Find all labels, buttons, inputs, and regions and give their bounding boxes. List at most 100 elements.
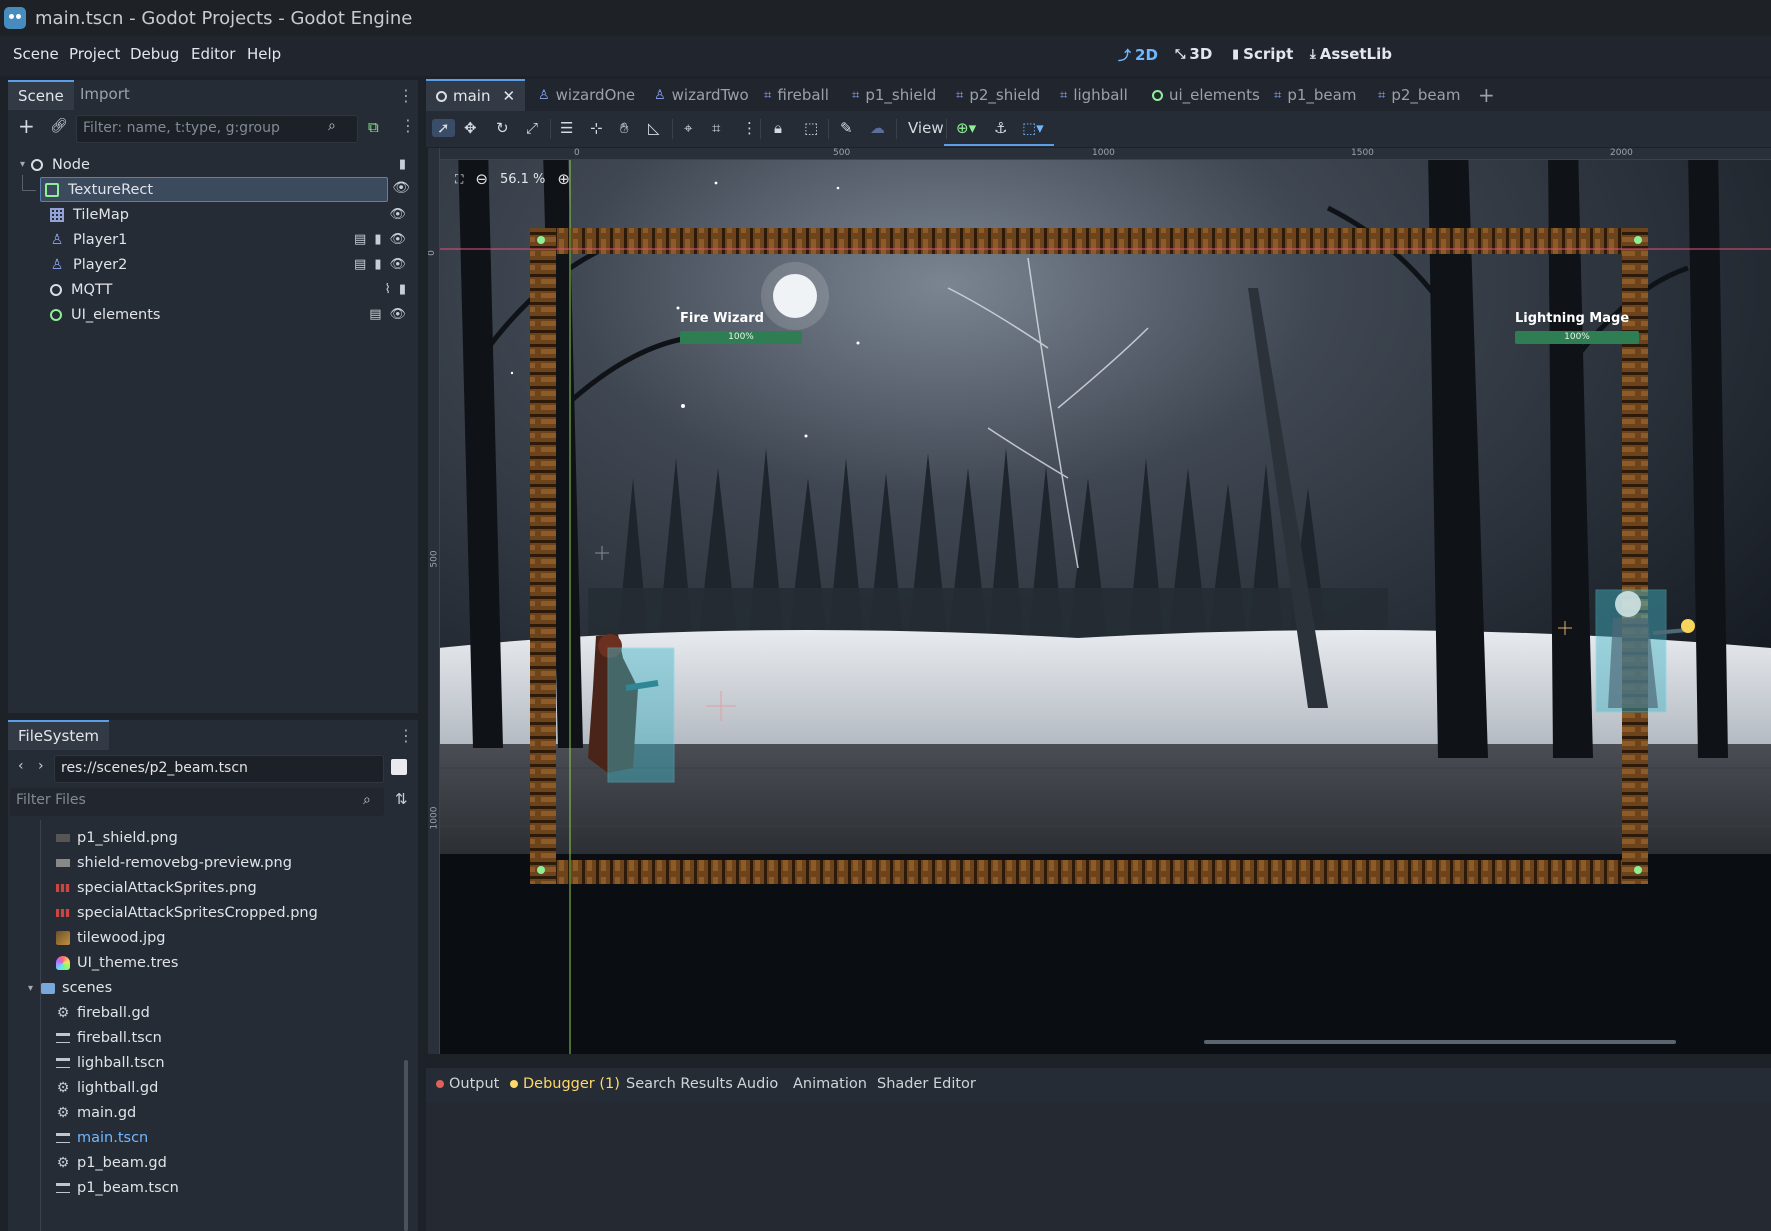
dock-menu-icon[interactable]: ⋮ [398,726,414,745]
scene-filter-input[interactable]: Filter: name, t:type, g:group [76,115,358,143]
chevron-down-icon[interactable]: ▾ [20,159,25,170]
file-item[interactable]: specialAttackSprites.png [56,876,398,900]
menu-debug[interactable]: Debug [130,45,179,63]
menu-help[interactable]: Help [247,45,281,63]
anchor-icon[interactable]: ⚓︎ [994,119,1007,137]
visibility-eye-icon[interactable]: 👁︎ [389,232,406,247]
file-item[interactable]: ⚙ fireball.gd [56,1001,398,1025]
pivot-mode-icon[interactable]: ⊹ [590,119,603,137]
back-arrow-icon[interactable]: ‹ [18,758,24,774]
file-item[interactable]: UI_theme.tres [56,951,398,975]
scale-mode-icon[interactable]: ⤢ [526,119,538,137]
file-item[interactable]: specialAttackSpritesCropped.png [56,901,398,925]
scene-options-icon[interactable]: ⋮ [400,116,416,135]
tree-node-texturerect[interactable]: TextureRect [40,177,388,202]
layout-toggle-icon[interactable] [391,759,407,775]
path-field[interactable]: res://scenes/p2_beam.tscn [54,755,384,783]
script-icon[interactable]: ▮ [399,282,406,297]
move-mode-icon[interactable]: ✥ [464,119,477,137]
file-item[interactable]: ⚙ p1_beam.gd [56,1151,398,1175]
file-item[interactable]: p1_beam.tscn [56,1176,398,1200]
visibility-eye-icon[interactable]: 👁︎ [389,207,406,222]
lock-icon[interactable]: 🔒︎ [774,119,782,137]
menu-editor[interactable]: Editor [191,45,235,63]
tab-debugger[interactable]: Debugger (1) [510,1076,620,1092]
add-node-icon[interactable]: + [18,114,35,138]
signal-icon[interactable]: ⌇ [384,282,390,297]
file-item[interactable]: fireball.tscn [56,1026,398,1050]
workspace-script-button[interactable]: ▮ Script [1232,45,1293,63]
file-item[interactable]: ⚙ main.gd [56,1101,398,1125]
scrollbar[interactable] [404,1060,408,1231]
file-item[interactable]: lighball.tscn [56,1051,398,1075]
workspace-assetlib-button[interactable]: ⤓ AssetLib [1310,45,1392,63]
script-icon[interactable]: ▮ [374,257,381,272]
view-menu-button[interactable]: View [908,119,944,137]
script-icon[interactable]: ▮ [399,157,406,172]
file-item-active[interactable]: main.tscn [56,1126,398,1150]
close-icon[interactable]: ✕ [502,87,515,105]
open-scene-icon[interactable]: ▤ [354,257,366,272]
tab-shader-editor[interactable]: Shader Editor [877,1076,976,1092]
list-select-icon[interactable]: ☰ [560,119,573,137]
ruler-mode-icon[interactable]: ◺ [648,119,660,137]
smart-snap-icon[interactable]: ⌖ [684,119,692,137]
tree-node-mqtt[interactable]: MQTT ⌇ ▮ [50,277,412,302]
group-icon[interactable]: ⬚ [804,119,818,137]
grid-snap-icon[interactable]: ⌗ [712,119,720,137]
menu-scene[interactable]: Scene [13,45,59,63]
scene-tab[interactable]: ⌗ p1_shield [852,79,936,111]
scene-tab[interactable]: ⌗ p2_shield [956,79,1040,111]
tab-animation[interactable]: Animation [793,1076,867,1092]
open-scene-icon[interactable]: ▤ [354,232,366,247]
tab-scene[interactable]: Scene [8,80,74,110]
scene-tab-main[interactable]: main ✕ [426,79,526,111]
workspace-2d-button[interactable]: ⤴ 2D [1118,45,1158,65]
select-mode-icon[interactable]: ➚ [432,119,455,137]
tab-filesystem[interactable]: FileSystem [8,720,110,750]
pan-mode-icon[interactable]: ✋︎ [620,119,629,137]
scene-tab[interactable]: ui_elements [1152,79,1260,111]
tab-output[interactable]: Output [436,1076,499,1092]
bone-icon[interactable]: ✎ [840,119,853,137]
workspace-3d-button[interactable]: ⤡ 3D [1175,45,1212,63]
tab-audio[interactable]: Audio [737,1076,778,1092]
camera-override-icon[interactable]: ☁ [870,119,885,137]
visibility-eye-icon[interactable]: 👁︎ [389,307,406,322]
file-item[interactable]: tilewood.jpg [56,926,398,950]
tab-import[interactable]: Import [70,80,140,110]
link-icon[interactable]: 🔗︎ [50,118,68,134]
visibility-eye-icon[interactable]: 👁︎ [389,257,406,272]
file-item[interactable]: p1_shield.png [56,826,398,850]
file-item[interactable]: shield-removebg-preview.png [56,851,398,875]
tree-node-ui-elements[interactable]: UI_elements ▤ 👁︎ [50,302,412,327]
add-keyframe-icon[interactable]: ⊕▾ [956,119,976,137]
canvas-viewport[interactable]: 0 500 1000 1500 2000 0 500 1000 Fire Wiz… [428,148,1771,1054]
tree-node-root[interactable]: ▾ Node ▮ [14,152,412,177]
zoom-level[interactable]: 56.1 % [500,172,545,187]
tree-node-tilemap[interactable]: TileMap 👁︎ [50,202,412,227]
scene-tab[interactable]: ♙ wizardOne [538,79,635,111]
scene-tab[interactable]: ⌗ fireball [764,79,829,111]
scene-tab[interactable]: ⌗ p1_beam [1274,79,1356,111]
rotate-mode-icon[interactable]: ↻ [496,119,509,137]
snap-options-icon[interactable]: ⋮ [742,119,757,137]
zoom-in-icon[interactable]: ⊕ [557,170,570,188]
zoom-out-icon[interactable]: ⊖ [475,170,488,188]
visibility-eye-icon[interactable]: 👁︎ [392,180,410,196]
add-scene-tab-icon[interactable]: + [1478,79,1495,111]
sort-icon[interactable]: ⇅ [395,790,408,808]
scene-tab[interactable]: ⌗ p2_beam [1378,79,1460,111]
instance-scene-icon[interactable]: ⧉ [368,118,379,136]
scene-tab[interactable]: ♙ wizardTwo [654,79,749,111]
tree-node-player1[interactable]: ♙ Player1 ▤ ▮ 👁︎ [50,227,412,252]
folder-item[interactable]: ▾ scenes [28,976,398,1000]
tree-node-player2[interactable]: ♙ Player2 ▤ ▮ 👁︎ [50,252,412,277]
filter-files-input[interactable]: Filter Files [10,788,384,816]
scene-tab[interactable]: ⌗ lighball [1060,79,1128,111]
dock-menu-icon[interactable]: ⋮ [398,86,414,105]
center-view-icon[interactable]: ⛶ [455,172,463,187]
layout-icon[interactable]: ⬚▾ [1022,119,1044,137]
tab-search-results[interactable]: Search Results [626,1076,733,1092]
file-item[interactable]: ⚙ lightball.gd [56,1076,398,1100]
